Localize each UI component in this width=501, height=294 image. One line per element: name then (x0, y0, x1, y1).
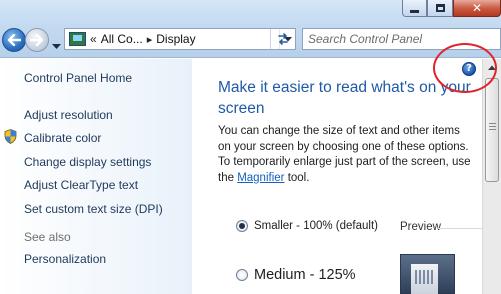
refresh-button[interactable] (270, 29, 294, 49)
sidebar-link-control-panel-home[interactable]: Control Panel Home (24, 71, 132, 85)
control-panel-icon (69, 32, 86, 46)
sidebar-link-change-display-settings[interactable]: Change display settings (24, 155, 151, 169)
breadcrumb-overflow[interactable]: « (90, 32, 97, 46)
minimize-button[interactable] (402, 0, 427, 17)
radio-smaller[interactable] (236, 220, 248, 232)
option-smaller[interactable]: Smaller - 100% (default) (236, 220, 378, 232)
highlight-circle (433, 43, 497, 93)
forward-button[interactable] (25, 28, 49, 52)
back-button[interactable] (2, 28, 26, 52)
preview-icons (415, 270, 434, 284)
sidebar-link-calibrate-color[interactable]: Calibrate color (24, 131, 101, 145)
preview-divider (438, 228, 482, 229)
recent-pages-dropdown[interactable] (52, 37, 61, 55)
breadcrumb-separator[interactable]: ▸ (147, 33, 153, 46)
minimize-icon (410, 9, 419, 13)
page-description: You can change the size of text and othe… (218, 124, 473, 186)
shield-icon (4, 129, 17, 144)
preview-label: Preview (400, 221, 441, 233)
chevron-down-icon (52, 44, 61, 49)
forward-arrow-icon (30, 34, 44, 46)
option-medium-label[interactable]: Medium - 125% (254, 267, 356, 283)
sidebar-link-adjust-cleartype[interactable]: Adjust ClearType text (24, 178, 138, 192)
sidebar: Control Panel Home Adjust resolution Cal… (0, 59, 192, 294)
option-medium[interactable]: Medium - 125% (236, 267, 356, 283)
magnifier-link[interactable]: Magnifier (237, 172, 284, 184)
window-chrome: ✕ « All Co... ▸ Display (0, 0, 501, 58)
address-bar[interactable]: « All Co... ▸ Display (64, 28, 296, 50)
close-icon: ✕ (471, 1, 483, 15)
breadcrumb-display[interactable]: Display (156, 32, 195, 46)
scroll-thumb[interactable] (485, 78, 499, 182)
close-button[interactable]: ✕ (453, 0, 501, 17)
main-content: ? Make it easier to read what's on your … (192, 59, 482, 294)
sidebar-link-personalization[interactable]: Personalization (24, 252, 106, 266)
caption-buttons: ✕ (402, 0, 501, 17)
refresh-icon (277, 33, 288, 45)
see-also-heading: See also (24, 230, 71, 244)
sidebar-link-adjust-resolution[interactable]: Adjust resolution (24, 108, 113, 122)
maximize-icon (435, 4, 445, 12)
radio-selected-dot (239, 223, 245, 229)
radio-medium[interactable] (236, 269, 248, 281)
option-smaller-label[interactable]: Smaller - 100% (default) (254, 220, 378, 232)
scroll-grip (489, 123, 496, 132)
description-text-end: tool. (284, 171, 310, 184)
maximize-button[interactable] (427, 0, 453, 17)
back-arrow-icon (7, 34, 21, 46)
preview-window (411, 264, 438, 294)
vertical-scrollbar[interactable] (482, 59, 501, 294)
preview-image (400, 254, 455, 294)
sidebar-link-custom-text-size[interactable]: Set custom text size (DPI) (24, 202, 163, 216)
breadcrumb-all-control-panel[interactable]: All Co... (101, 32, 143, 46)
